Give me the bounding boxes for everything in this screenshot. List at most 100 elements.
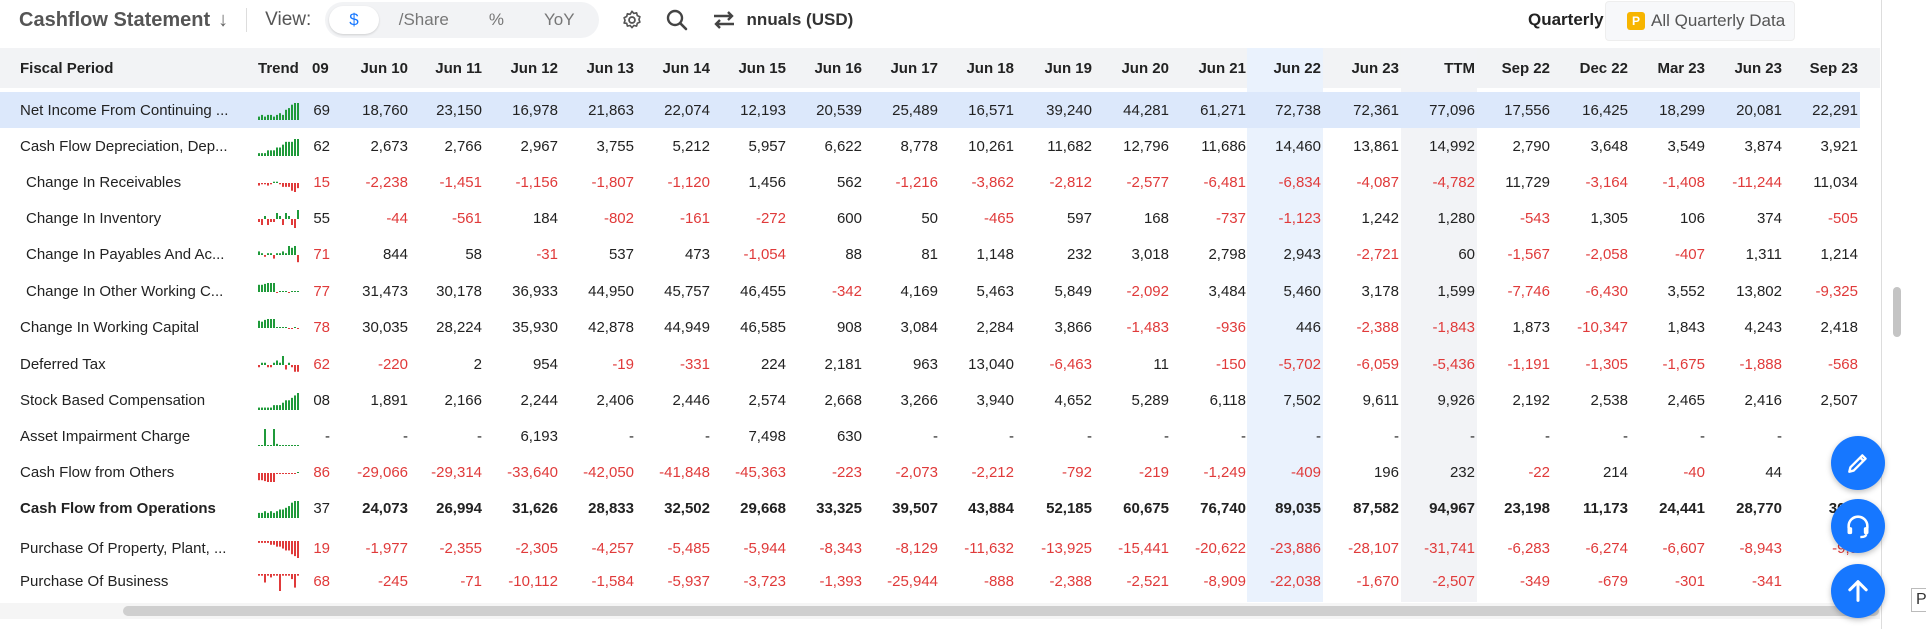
search-icon[interactable]	[665, 8, 689, 32]
value-cell: -2,355	[439, 539, 482, 557]
value-cell: -2,721	[1356, 245, 1399, 263]
table-row[interactable]: Cash Flow Depreciation, Dep... 62 2,673 2,7…	[0, 128, 1860, 164]
value-cell: -9,325	[1815, 282, 1858, 300]
row-label[interactable]: Change In Inventory	[26, 200, 248, 236]
trend-sparkline	[258, 574, 299, 591]
view-option-share[interactable]: /Share	[379, 6, 469, 34]
column-header[interactable]: Jun 23	[1327, 48, 1399, 88]
column-header[interactable]: Jun 20	[1097, 48, 1169, 88]
value-cell: -245	[377, 572, 408, 590]
column-header[interactable]: Jun 21	[1174, 48, 1246, 88]
column-header[interactable]: Jun 23	[1710, 48, 1782, 88]
row-label[interactable]: Change In Other Working C...	[26, 273, 248, 309]
support-button[interactable]	[1831, 499, 1885, 553]
row-label[interactable]: Cash Flow from Operations	[20, 490, 242, 526]
column-header[interactable]: Jun 22	[1249, 48, 1321, 88]
horizontal-scrollbar-thumb[interactable]	[123, 606, 1879, 616]
sparkline-bar	[267, 473, 269, 482]
row-label[interactable]: Change In Receivables	[26, 164, 248, 200]
sparkline-bar	[261, 153, 263, 156]
table-row[interactable]: Cash Flow from Operations 37 24,073 26,994 3…	[0, 490, 1860, 526]
column-header[interactable]: Jun 19	[1020, 48, 1092, 88]
sparkline-bar	[291, 141, 293, 156]
view-option-yoy[interactable]: YoY	[524, 6, 595, 34]
value-cell: 52,185	[1046, 499, 1092, 517]
value-cell: -543	[1519, 209, 1550, 227]
gear-icon[interactable]	[621, 9, 643, 31]
table-row[interactable]: Cash Flow from Others 86 -29,066 -29,314 -33…	[0, 454, 1860, 490]
sparkline-bar	[297, 445, 299, 446]
column-header[interactable]: 09	[312, 48, 329, 88]
sparkline-bar	[294, 246, 296, 255]
value-cell: 28,770	[1736, 499, 1782, 517]
row-label[interactable]: Cash Flow from Others	[20, 454, 242, 490]
value-cell: 22,291	[1812, 101, 1858, 119]
value-cell: 42,878	[588, 318, 634, 336]
vertical-scrollbar-thumb[interactable]	[1893, 287, 1901, 337]
table-row[interactable]: Purchase Of Property, Plant, ... 19 -1,977…	[0, 530, 1860, 566]
column-header[interactable]: Jun 16	[790, 48, 862, 88]
table-row[interactable]: Change In Other Working C... 77 31,473 30,1…	[0, 273, 1860, 309]
scroll-to-top-button[interactable]	[1831, 564, 1885, 618]
quarterly-label[interactable]: Quarterly	[1528, 10, 1604, 30]
column-header[interactable]: Mar 23	[1633, 48, 1705, 88]
value-cell: -	[1700, 427, 1705, 445]
column-header[interactable]: Jun 11	[410, 48, 482, 88]
table-row[interactable]: Purchase Of Business 68 -245 -71 -10,112 -1,5…	[0, 563, 1860, 599]
arrow-down-icon[interactable]: ↓	[218, 9, 228, 31]
value-cell: 2,181	[824, 355, 862, 373]
column-header[interactable]: Sep 23	[1786, 48, 1858, 88]
table-row[interactable]: Change In Inventory 55 -44 -561 184 -802 -161 -…	[0, 200, 1860, 236]
value-cell: -2,507	[1432, 572, 1475, 590]
sparkline-bar	[261, 407, 263, 410]
table-row[interactable]: Change In Working Capital 78 30,035 28,224 3…	[0, 309, 1860, 345]
statement-title[interactable]: Cashflow Statement ↓	[19, 9, 228, 32]
row-label[interactable]: Purchase Of Property, Plant, ...	[20, 530, 242, 566]
column-header[interactable]: Jun 10	[336, 48, 408, 88]
row-label[interactable]: Asset Impairment Charge	[20, 418, 242, 454]
sparkline-bar	[276, 292, 278, 293]
sparkline-bar	[294, 395, 296, 410]
column-header[interactable]: Jun 13	[562, 48, 634, 88]
column-header[interactable]: Jun 12	[486, 48, 558, 88]
swap-icon[interactable]	[711, 9, 737, 31]
row-label[interactable]: Change In Payables And Ac...	[26, 236, 248, 272]
headset-icon	[1847, 515, 1869, 539]
view-option-percent[interactable]: %	[469, 6, 524, 34]
value-cell: 31,626	[512, 499, 558, 517]
column-header[interactable]: Jun 18	[942, 48, 1014, 88]
value-cell: 44,949	[664, 318, 710, 336]
value-cell: -71	[460, 572, 482, 590]
sparkline-bar	[285, 574, 287, 576]
table-row[interactable]: Change In Receivables 15 -2,238 -1,451 -1,15…	[0, 164, 1860, 200]
table-row[interactable]: Net Income From Continuing ... 69 18,760 23…	[0, 92, 1860, 128]
value-cell: 168	[1143, 209, 1169, 227]
sparkline-bar	[264, 362, 266, 365]
column-header[interactable]: Jun 17	[866, 48, 938, 88]
value-cell: -	[1241, 427, 1246, 445]
row-label[interactable]: Deferred Tax	[20, 346, 242, 382]
edit-button[interactable]	[1831, 436, 1885, 490]
table-row[interactable]: Deferred Tax 62 -220 2 954 -19 -331 224 2,181 963…	[0, 346, 1860, 382]
value-cell: -44	[386, 209, 408, 227]
value-cell: -6,834	[1278, 173, 1321, 191]
row-label[interactable]: Stock Based Compensation	[20, 382, 242, 418]
table-row[interactable]: Change In Payables And Ac... 71 844 58 -31 53…	[0, 236, 1860, 272]
table-row[interactable]: Asset Impairment Charge - - - 6,193 - - 7,498 63…	[0, 418, 1860, 454]
column-header[interactable]: Jun 15	[714, 48, 786, 88]
period-type-label[interactable]: nnuals (USD)	[747, 10, 854, 30]
view-option-dollar[interactable]: $	[329, 6, 379, 34]
column-header[interactable]: TTM	[1403, 48, 1475, 88]
column-header[interactable]: Jun 14	[638, 48, 710, 88]
all-quarterly-data-button[interactable]: P All Quarterly Data	[1605, 1, 1795, 41]
column-header[interactable]: Dec 22	[1556, 48, 1628, 88]
row-label[interactable]: Purchase Of Business	[20, 563, 242, 599]
row-label[interactable]: Cash Flow Depreciation, Dep...	[20, 128, 242, 164]
value-cell: 5,460	[1283, 282, 1321, 300]
row-label[interactable]: Net Income From Continuing ...	[20, 92, 242, 128]
column-header[interactable]: Sep 22	[1478, 48, 1550, 88]
value-cell: -1,305	[1585, 355, 1628, 373]
sparkline-bar	[279, 327, 281, 328]
row-label[interactable]: Change In Working Capital	[20, 309, 242, 345]
table-row[interactable]: Stock Based Compensation 08 1,891 2,166 2,24…	[0, 382, 1860, 418]
